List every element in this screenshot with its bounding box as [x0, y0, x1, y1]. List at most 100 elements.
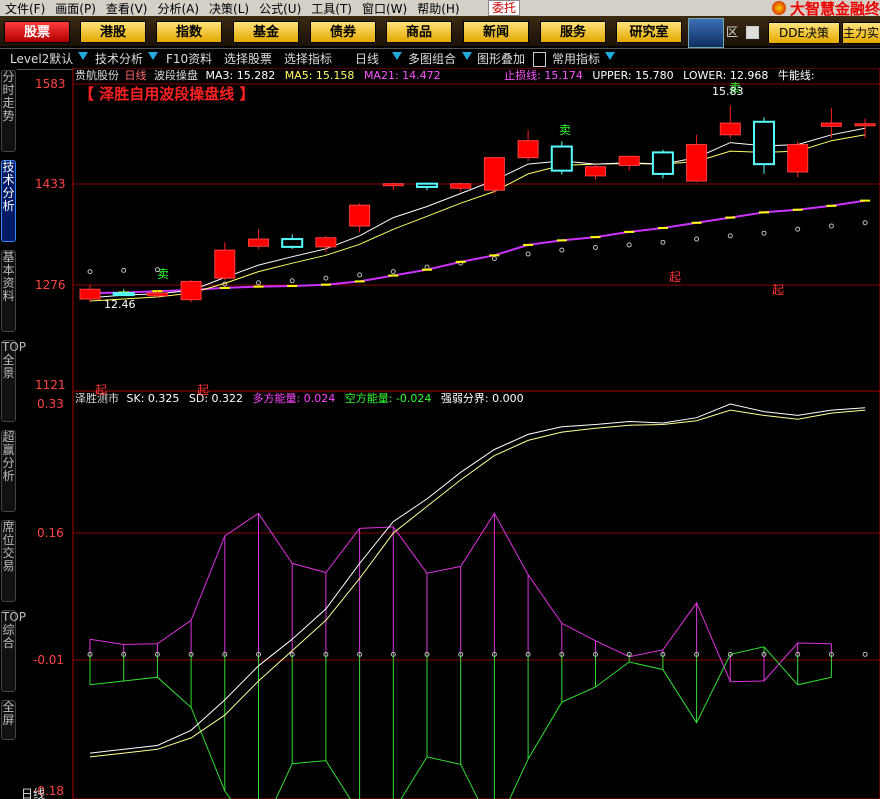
level2-default-menu[interactable]: Level2默认	[10, 50, 73, 68]
nav-commodity-button[interactable]: 商品	[386, 21, 452, 43]
candle-body-up	[146, 292, 168, 297]
period-daily-menu[interactable]: 日线	[355, 50, 379, 68]
menu-window[interactable]: 窗口(W)	[357, 0, 412, 17]
tab-top-panorama[interactable]: TOP全景	[1, 340, 26, 422]
nav-hk-button[interactable]: 港股	[80, 21, 146, 43]
brand-globe-icon	[771, 1, 786, 15]
menu-bar: 文件(F) 画面(P) 查看(V) 分析(A) 决策(L) 公式(U) 工具(T…	[0, 0, 880, 18]
nav-index-button[interactable]: 指数	[156, 21, 222, 43]
sub-y-tick-neg0.01: -0.01	[33, 653, 64, 667]
tab-seat-trading[interactable]: 席位交易	[1, 520, 16, 602]
candle-body-down	[416, 182, 438, 188]
candle-body-up	[483, 157, 505, 191]
candle-body-up	[315, 237, 337, 248]
formula-title: 【 泽胜自用波段操盘线 】	[79, 85, 254, 103]
candle-body-up	[820, 122, 842, 127]
f10-data-button[interactable]: F10资料	[166, 50, 212, 68]
bull-energy-value: 多方能量: 0.024	[253, 391, 336, 405]
main-force-button[interactable]: 主力实	[842, 22, 880, 44]
tab-intraday[interactable]: 分时走势	[1, 70, 16, 152]
stock-name: 贵航股份	[75, 68, 119, 82]
tab-fullscreen[interactable]: 全屏	[1, 700, 16, 740]
menu-formula[interactable]: 公式(U)	[254, 0, 306, 17]
bear-energy-value: 空方能量: -0.024	[345, 391, 432, 405]
menu-decision[interactable]: 决策(L)	[204, 0, 254, 17]
menu-help[interactable]: 帮助(H)	[412, 0, 464, 17]
candle-body-up	[686, 144, 708, 182]
sub-header: 泽胜测市 SK: 0.325 SD: 0.322 多方能量: 0.024 空方能…	[75, 391, 524, 405]
weituo-button[interactable]: 委托	[488, 0, 521, 16]
nav-fund-button[interactable]: 基金	[233, 21, 299, 43]
candle-body-up	[787, 144, 809, 173]
candle-body-up	[450, 183, 472, 189]
y-tick-1121: 1121	[35, 378, 66, 392]
candle-body-up	[517, 140, 539, 159]
side-tabs: 分时走势 技术分析 基本资料 TOP全景 超赢分析 席位交易 TOP综合 全屏	[0, 68, 26, 799]
lock-icon[interactable]	[533, 52, 546, 67]
ma3-value: MA3: 15.282	[206, 69, 276, 82]
y-tick-1583: 1583	[35, 77, 66, 91]
select-stock-button[interactable]: 选择股票	[224, 50, 272, 68]
candle-body-down	[651, 151, 674, 175]
boundary-value: 强弱分界: 0.000	[441, 392, 524, 405]
dde-decision-button[interactable]: DDE决策	[768, 22, 840, 44]
sub-y-tick-0.33: 0.33	[37, 397, 64, 411]
tool-bar: Level2默认 技术分析 F10资料 选择股票 选择指标 日线 多图组合 图形…	[0, 48, 880, 70]
tab-top-composite[interactable]: TOP综合	[1, 610, 26, 692]
rise-marker-1: 起	[669, 270, 681, 284]
sell-signal-1: 卖	[559, 123, 571, 137]
common-indicators-dropdown-icon[interactable]	[605, 52, 615, 60]
period-label: 日线	[125, 68, 147, 82]
tab-super-win[interactable]: 超赢分析	[1, 430, 16, 512]
candle-body-down	[281, 238, 304, 248]
lower-value: LOWER: 12.968	[683, 69, 768, 82]
menu-file[interactable]: 文件(F)	[0, 0, 50, 17]
nav-stocks-button[interactable]: 股票	[4, 21, 70, 43]
ma21-value: MA21: 14.472	[364, 69, 441, 82]
y-tick-1433: 1433	[35, 177, 66, 191]
candle-body-up	[214, 249, 236, 279]
rise-marker-2: 起	[772, 283, 784, 297]
bottom-period-label: 日线	[21, 787, 45, 799]
chart-area[interactable]: 1583 1433 1276 1121 0.33 0.16 -0.01 -0.1…	[17, 68, 880, 799]
multi-chart-menu[interactable]: 多图组合	[408, 50, 456, 68]
y-tick-1276: 1276	[35, 278, 66, 292]
sub-y-tick-0.16: 0.16	[37, 526, 64, 540]
stop-loss-value: 止损线: 15.174	[504, 68, 583, 82]
candle-body-up	[79, 288, 101, 300]
tab-basic-info[interactable]: 基本资料	[1, 250, 16, 332]
menu-view-screen[interactable]: 画面(P)	[50, 0, 101, 17]
period-dropdown-icon[interactable]	[392, 52, 402, 60]
candle-body-up	[180, 280, 202, 301]
candle-body-up	[854, 123, 876, 127]
candle-body-up	[585, 166, 606, 177]
overlay-button[interactable]: 图形叠加	[477, 50, 525, 68]
nav-research-button[interactable]: 研究室	[616, 21, 682, 43]
common-indicators-menu[interactable]: 常用指标	[552, 50, 600, 68]
ma5-value: MA5: 15.158	[285, 69, 355, 82]
high-price-label: 15.83	[712, 85, 744, 98]
tech-analysis-menu[interactable]: 技术分析	[95, 50, 143, 68]
level2-dropdown-icon[interactable]	[78, 52, 88, 60]
candle-body-down	[550, 145, 573, 172]
upper-value: UPPER: 15.780	[592, 69, 673, 82]
area-checkbox[interactable]	[746, 26, 759, 39]
sk-value: SK: 0.325	[127, 392, 180, 405]
nav-service-button[interactable]: 服务	[540, 21, 606, 43]
nav-news-button[interactable]: 新闻	[463, 21, 529, 43]
candle-body-up	[719, 122, 741, 136]
tab-technical-analysis[interactable]: 技术分析	[1, 160, 16, 242]
chart-frame	[72, 68, 880, 799]
rise-marker-4: 起	[197, 383, 209, 397]
select-indicator-button[interactable]: 选择指标	[284, 50, 332, 68]
app-logo-icon	[688, 18, 724, 48]
candle-body-up	[248, 238, 269, 247]
tech-analysis-dropdown-icon[interactable]	[148, 52, 158, 60]
menu-tools[interactable]: 工具(T)	[306, 0, 357, 17]
multi-chart-dropdown-icon[interactable]	[462, 52, 472, 60]
menu-analysis[interactable]: 分析(A)	[152, 0, 204, 17]
area-label[interactable]: 区	[726, 22, 738, 42]
candle-body-down	[112, 292, 135, 297]
nav-bond-button[interactable]: 债券	[310, 21, 376, 43]
menu-view[interactable]: 查看(V)	[101, 0, 153, 17]
